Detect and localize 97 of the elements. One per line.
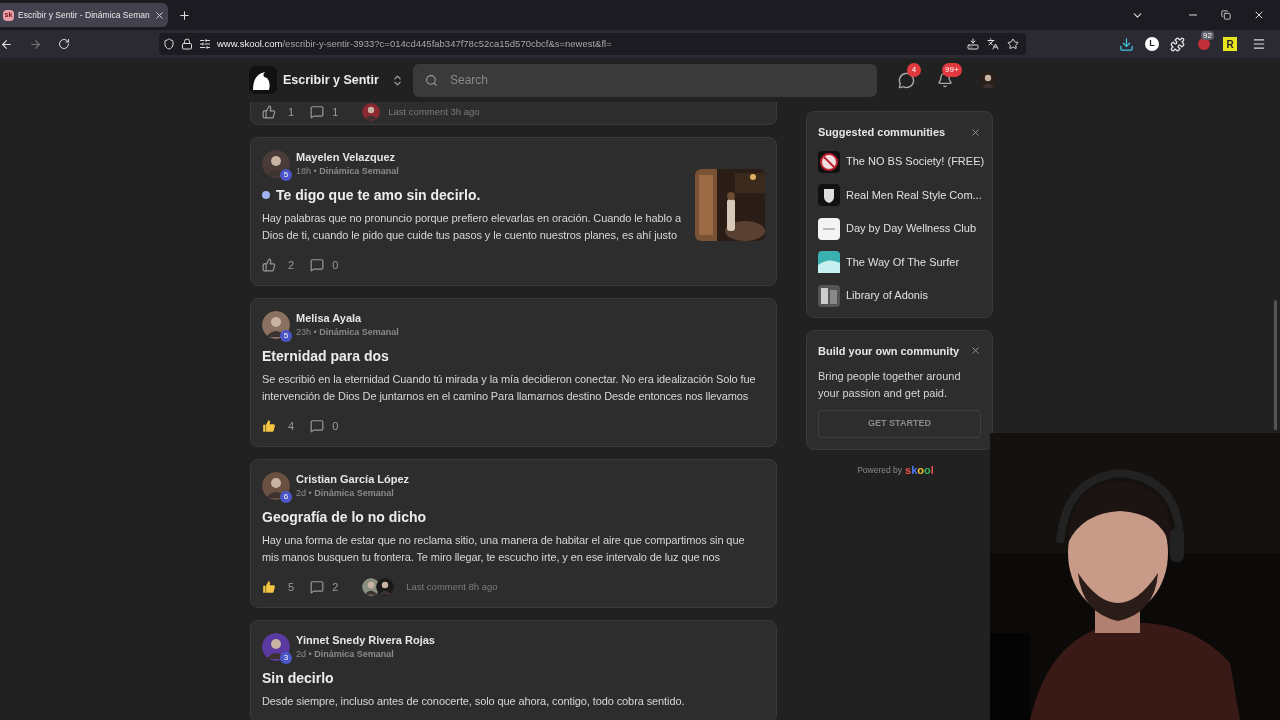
community-name[interactable]: The Way Of The Surfer [846, 253, 960, 271]
level-badge: 6 [280, 491, 292, 503]
post-excerpt: Hay palabras que no pronuncio porque prefiero elevarlas en oración. Cuando le hablo a Dios de ti, cuando le pido que cuide tus pasos y le cuento nuestros planes, es ahí justo [262, 211, 682, 243]
level-badge: 3 [280, 652, 292, 664]
last-comment: Last comment 3h ago [388, 104, 480, 119]
bookmark-star-icon[interactable] [1007, 38, 1019, 50]
avatar[interactable] [262, 311, 290, 339]
post-excerpt: Hay una forma de estar que no reclama sitio, una manera de habitar el aire que compartimos sin que mis manos busquen tu frontera. Te miro llegar, te escucho irte, y en ese intervalo de luz que nos [262, 533, 746, 565]
get-started-button[interactable]: GET STARTED [818, 410, 981, 438]
post-card[interactable] [250, 298, 777, 447]
comment-count: 0 [332, 418, 339, 434]
post-meta: 18h • Dinámica Semanal [296, 165, 399, 178]
community-name[interactable]: Real Men Real Style Com... [846, 186, 982, 204]
group-name[interactable]: Escribir y Sentir [283, 70, 379, 90]
level-badge: 5 [280, 169, 292, 181]
post-card[interactable]: 3 Yinnet Snedy Rivera Rojas 2d • Dinámica Semanal Sin decirlo Desde siempre, incluso antes de conocerte, solo que ahora, contigo, todo cobra sentido. [250, 620, 777, 720]
skool-logo[interactable]: skool [905, 462, 934, 479]
post-excerpt: Desde siempre, incluso antes de conocerte, solo que ahora, contigo, todo cobra sentido. [262, 694, 686, 709]
comment-count: 0 [332, 257, 339, 273]
menu-icon[interactable] [1252, 37, 1266, 51]
community-name[interactable]: The NO BS Society! (FREE) [846, 153, 985, 170]
switch-group-icon[interactable] [391, 73, 404, 87]
post-card[interactable] [250, 459, 777, 608]
comment-count: 2 [332, 579, 339, 595]
thumbs-up-icon[interactable] [262, 105, 276, 119]
post-title[interactable]: Geografía de lo no dicho [262, 508, 427, 526]
community-icon[interactable] [818, 217, 840, 240]
avatar[interactable] [262, 633, 290, 661]
last-comment: Last comment 8h ago [406, 579, 498, 594]
chat-badge: 4 [907, 62, 921, 77]
translate-icon[interactable] [987, 38, 999, 50]
shield-icon[interactable] [163, 38, 175, 50]
author-name[interactable]: Mayelen Velazquez [296, 150, 399, 164]
thumbs-up-icon[interactable] [262, 580, 276, 594]
lock-icon[interactable] [181, 38, 193, 50]
download-icon[interactable] [967, 38, 979, 50]
bell-icon[interactable] [937, 72, 953, 88]
author-name[interactable]: Yinnet Snedy Rivera Rojas [296, 633, 435, 647]
chat-icon[interactable] [898, 71, 915, 89]
like-count: 5 [288, 579, 295, 595]
like-count: 4 [288, 418, 295, 434]
card-title: Suggested communities [818, 125, 946, 140]
permissions-icon[interactable] [199, 38, 211, 50]
reload-icon[interactable] [58, 38, 70, 50]
community-name[interactable]: Library of Adonis [846, 287, 928, 304]
back-icon[interactable] [0, 37, 13, 51]
close-icon[interactable] [1253, 9, 1265, 21]
comment-icon[interactable] [310, 258, 325, 272]
url-text: www.skool.com/escribir-y-sentir-3933?c=014cd445fab347f78c52ca15d570cbcf&s=newest&fl= [217, 36, 612, 51]
forward-icon[interactable] [29, 37, 42, 51]
extension-icon[interactable]: L [1145, 37, 1159, 51]
author-name[interactable]: Melisa Ayala [296, 311, 399, 325]
post-excerpt: Se escribió en la eternidad Cuando tú mirada y la mía decidieron conectar. No era idealización Solo fue intervención de Dios De juntarnos en el camino Para llamarnos destino Desde entonces nos llevamos [262, 372, 757, 404]
thumbs-up-icon[interactable] [262, 258, 276, 272]
close-icon[interactable] [153, 9, 165, 21]
post-title[interactable]: Eternidad para dos [262, 347, 389, 365]
search-icon [425, 73, 438, 87]
powered-by-text: Powered by [857, 463, 903, 477]
scrollbar-thumb[interactable] [1274, 300, 1277, 430]
level-badge: 5 [280, 330, 292, 342]
author-name[interactable]: Cristian García López [296, 472, 410, 486]
comment-icon[interactable] [310, 105, 325, 119]
avatar[interactable] [262, 150, 290, 178]
community-icon[interactable] [818, 284, 840, 307]
card-title: Build your own community [818, 343, 960, 359]
avatar[interactable] [262, 472, 290, 500]
group-logo[interactable] [249, 66, 277, 94]
tab-title: Escribir y Sentir - Dinámica Seman [18, 8, 150, 22]
avatar[interactable] [362, 103, 381, 121]
extension-icon[interactable]: R [1223, 37, 1237, 51]
post-meta: 2d • Dinámica Semanal [296, 648, 395, 661]
comment-icon[interactable] [310, 580, 325, 594]
new-tab-icon[interactable] [177, 8, 191, 22]
community-icon[interactable] [818, 150, 840, 173]
avatar[interactable] [376, 578, 395, 596]
post-title[interactable]: Te digo que te amo sin decirlo. [276, 186, 481, 204]
thumbs-up-icon[interactable] [262, 419, 276, 433]
like-count: 2 [288, 257, 295, 273]
extension-badge: 92 [1201, 31, 1214, 40]
post-card[interactable]: 1 1 Last comment 3h ago [250, 100, 777, 125]
notification-badge: 99+ [942, 63, 962, 77]
post-card[interactable] [250, 137, 777, 286]
comment-icon[interactable] [310, 419, 325, 433]
comment-count: 1 [332, 104, 339, 120]
restore-icon[interactable] [1221, 10, 1231, 20]
post-meta: 2d • Dinámica Semanal [296, 487, 395, 500]
post-title[interactable]: Sin decirlo [262, 669, 334, 687]
like-count: 1 [288, 104, 295, 120]
avatar[interactable] [979, 71, 997, 89]
community-name[interactable]: Day by Day Wellness Club [846, 220, 976, 237]
community-icon[interactable] [818, 184, 840, 206]
card-text: Bring people together around your passion and get paid. [818, 369, 962, 401]
post-meta: 23h • Dinámica Semanal [296, 326, 399, 339]
puzzle-icon[interactable] [1170, 36, 1185, 52]
search-field[interactable]: Search [413, 63, 877, 97]
download-icon[interactable] [1119, 36, 1134, 52]
address-bar[interactable]: www.skool.com/escribir-y-sentir-3933?c=014cd445fab347f78c52ca15d570cbcf&s=newest&fl= [159, 33, 1026, 55]
